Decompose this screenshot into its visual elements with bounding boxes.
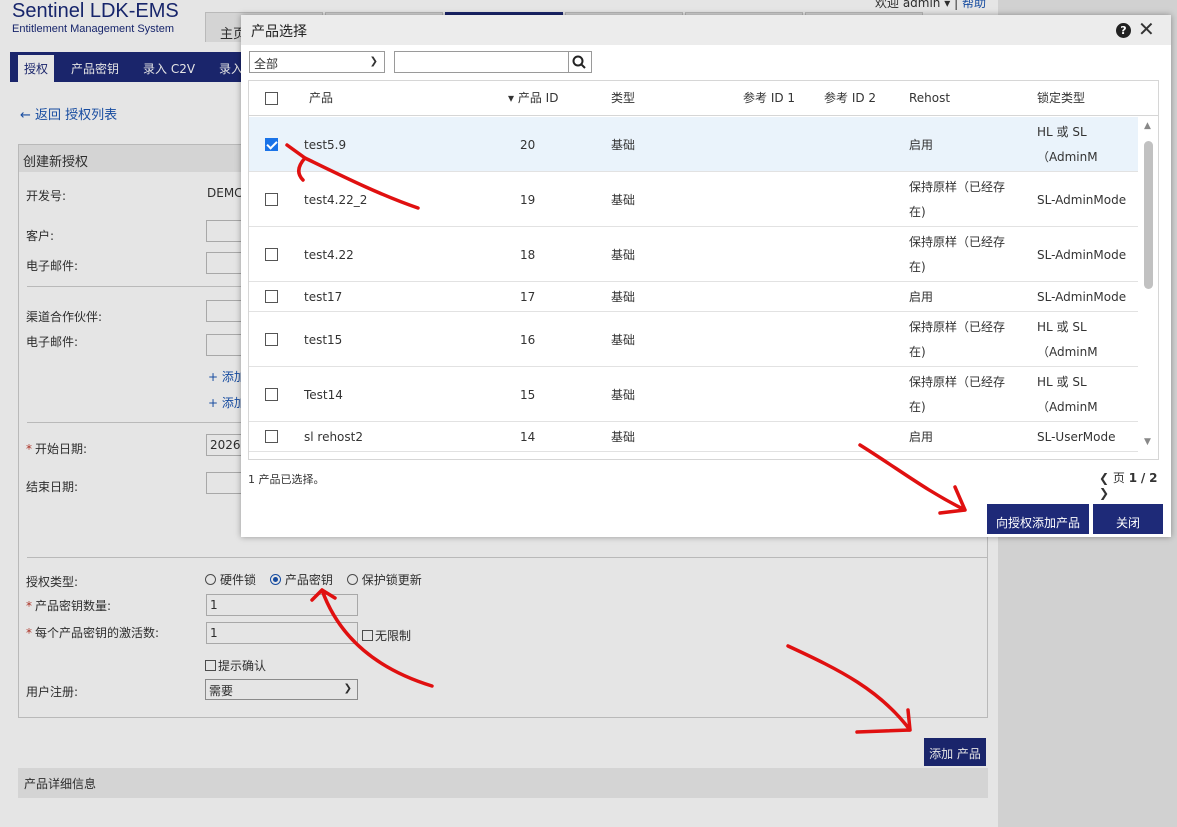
annotation-arrow-add-to-license bbox=[858, 443, 967, 515]
annotation-arrow-add-product bbox=[786, 644, 912, 734]
annotation-arrows bbox=[285, 143, 967, 734]
annotation-arrow-checkbox bbox=[285, 143, 420, 210]
annotation-arrow-product-key bbox=[310, 588, 434, 688]
